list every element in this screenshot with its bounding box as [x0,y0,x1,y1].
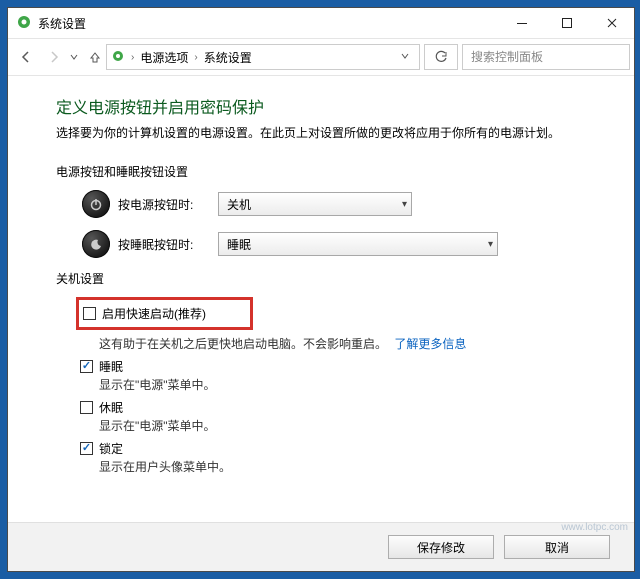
sleep-button-select[interactable]: 睡眠 ▾ [218,232,498,256]
section-shutdown-label: 关机设置 [56,270,586,287]
history-dropdown[interactable] [68,53,80,61]
page-title: 定义电源按钮并启用密码保护 [56,94,586,118]
save-button[interactable]: 保存修改 [388,535,494,559]
chevron-right-icon: › [131,52,134,63]
forward-button[interactable] [40,43,68,71]
breadcrumb-root-icon [111,49,125,66]
sleep-option-hint: 显示在"电源"菜单中。 [99,376,586,393]
chevron-right-icon: › [194,52,197,63]
search-input[interactable] [469,49,629,65]
hibernate-checkbox[interactable] [80,401,93,414]
learn-more-link[interactable]: 了解更多信息 [394,337,466,351]
title-bar: 系统设置 [8,8,634,38]
sleep-button-label: 按睡眠按钮时: [118,236,210,253]
content-area: 定义电源按钮并启用密码保护 选择要为你的计算机设置的电源设置。在此页上对设置所做… [8,76,634,522]
chevron-down-icon: ▾ [402,199,407,210]
window: 系统设置 › [7,7,635,572]
nav-bar: › 电源选项 › 系统设置 [8,38,634,76]
power-button-select[interactable]: 关机 ▾ [218,192,412,216]
sleep-button-value: 睡眠 [227,236,251,253]
chevron-down-icon: ▾ [488,239,493,250]
hibernate-option-label: 休眠 [99,399,123,416]
fast-startup-checkbox[interactable] [83,307,96,320]
power-button-value: 关机 [227,196,251,213]
fast-startup-label: 启用快速启动(推荐) [102,305,206,322]
footer: 保存修改 取消 [8,522,634,571]
hibernate-option-hint: 显示在"电源"菜单中。 [99,417,586,434]
lock-option-label: 锁定 [99,440,123,457]
sleep-button-row: 按睡眠按钮时: 睡眠 ▾ [82,230,586,258]
section-buttons-label: 电源按钮和睡眠按钮设置 [56,163,586,180]
minimize-button[interactable] [499,8,544,38]
title-bar-icon [16,14,32,33]
breadcrumb[interactable]: › 电源选项 › 系统设置 [106,44,420,70]
refresh-button[interactable] [424,44,458,70]
breadcrumb-item-power[interactable]: 电源选项 [140,49,188,66]
maximize-button[interactable] [544,8,589,38]
fast-startup-hint: 这有助于在关机之后更快地启动电脑。不会影响重启。 了解更多信息 [99,335,586,352]
breadcrumb-dropdown[interactable] [395,50,415,64]
power-button-row: 按电源按钮时: 关机 ▾ [82,190,586,218]
sleep-icon [82,230,110,258]
sleep-checkbox[interactable] [80,360,93,373]
window-title: 系统设置 [38,15,86,32]
lock-checkbox[interactable] [80,442,93,455]
close-button[interactable] [589,8,634,38]
fast-startup-highlight: 启用快速启动(推荐) [76,297,253,330]
cancel-button[interactable]: 取消 [504,535,610,559]
back-button[interactable] [12,43,40,71]
up-button[interactable] [84,43,106,71]
breadcrumb-item-settings[interactable]: 系统设置 [204,49,252,66]
page-description: 选择要为你的计算机设置的电源设置。在此页上对设置所做的更改将应用于你所有的电源计… [56,124,586,141]
sleep-option-label: 睡眠 [99,358,123,375]
lock-option-hint: 显示在用户头像菜单中。 [99,458,586,475]
search-box[interactable] [462,44,630,70]
power-button-label: 按电源按钮时: [118,196,210,213]
power-icon [82,190,110,218]
